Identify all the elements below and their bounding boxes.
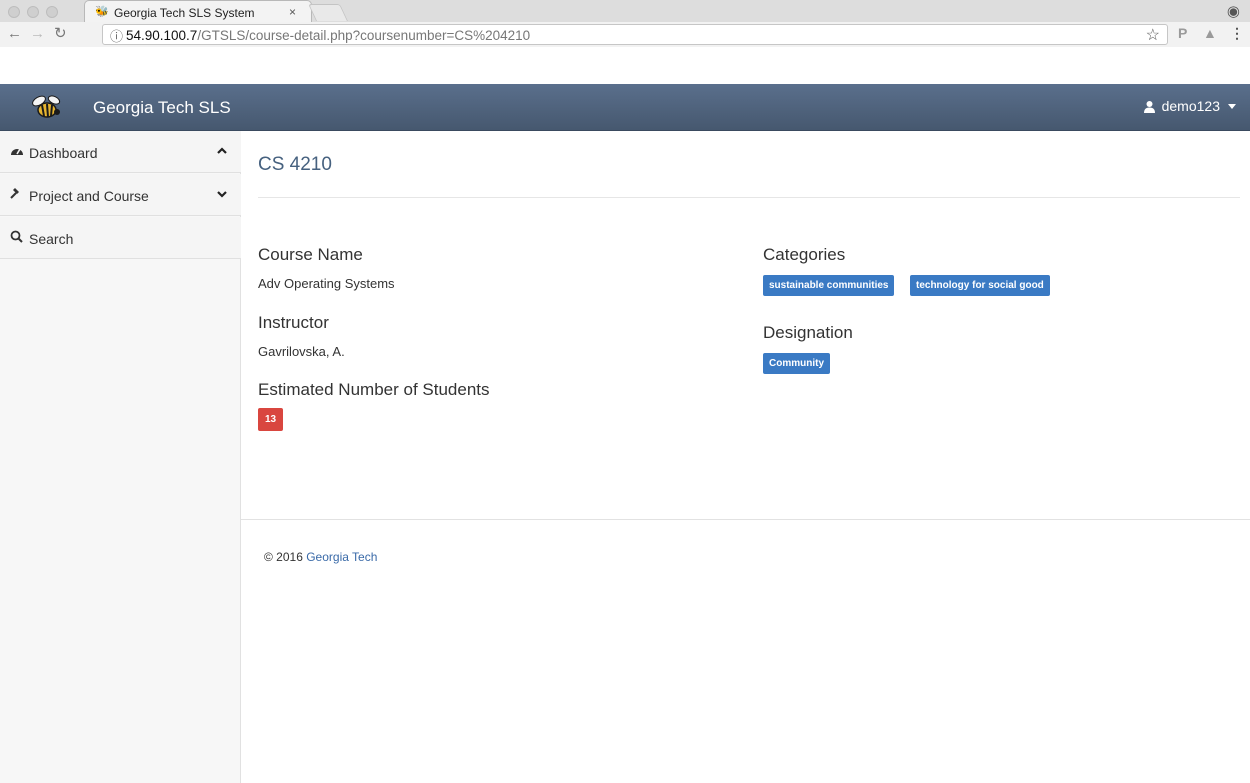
browser-toolbar: ← → ↻ ⓘ 54.90.100.7/GTSLS/course-detail.…: [0, 22, 1250, 47]
drive-icon[interactable]: ▲: [1203, 25, 1217, 41]
yellow-jacket-favicon-icon: 🐝: [95, 6, 109, 18]
browser-menu-icon[interactable]: ⋮: [1230, 25, 1244, 42]
address-bar[interactable]: ⓘ 54.90.100.7/GTSLS/course-detail.php?co…: [102, 24, 1168, 45]
page-title: CS 4210: [258, 154, 332, 175]
sidebar-item-dashboard[interactable]: Dashboard: [0, 131, 241, 173]
user-menu[interactable]: demo123: [1143, 98, 1236, 114]
tab-title: Georgia Tech SLS System: [114, 6, 255, 20]
profile-icon[interactable]: ◉: [1227, 2, 1240, 20]
maximize-window-button[interactable]: [46, 6, 58, 18]
app-navbar: Georgia Tech SLS demo123: [0, 84, 1250, 131]
browser-tab[interactable]: 🐝 Georgia Tech SLS System ×: [84, 0, 312, 22]
minimize-window-button[interactable]: [27, 6, 39, 18]
chevron-down-icon: [217, 191, 227, 198]
tab-close-icon[interactable]: ×: [289, 5, 296, 19]
reload-icon[interactable]: ↻: [54, 25, 67, 43]
info-icon[interactable]: ⓘ: [110, 26, 123, 45]
chevron-up-icon: [217, 147, 227, 154]
category-badge: sustainable communities: [763, 275, 895, 296]
sidebar-item-label: Search: [29, 231, 74, 247]
georgia-tech-link[interactable]: Georgia Tech: [306, 550, 377, 564]
copyright-text: © 2016: [264, 550, 303, 564]
gavel-icon: [10, 187, 23, 203]
brand-name[interactable]: Georgia Tech SLS: [93, 98, 231, 118]
yellow-jacket-logo-icon[interactable]: [30, 92, 62, 122]
search-icon: [10, 230, 23, 246]
course-name-heading: Course Name: [258, 245, 363, 264]
footer-divider: [241, 519, 1250, 520]
forward-arrow-icon[interactable]: →: [30, 25, 45, 43]
students-count-badge: 13: [258, 408, 284, 431]
tab-strip: 🐝 Georgia Tech SLS System × ◉: [0, 0, 1250, 22]
extension-p-icon[interactable]: P: [1178, 25, 1187, 41]
sidebar-item-project-and-course[interactable]: Project and Course: [0, 174, 241, 216]
user-icon: [1143, 100, 1155, 113]
designation-heading: Designation: [763, 323, 853, 342]
sidebar-item-search[interactable]: Search: [0, 217, 241, 259]
username: demo123: [1161, 98, 1220, 114]
students-heading: Estimated Number of Students: [258, 380, 490, 399]
bookmark-star-icon[interactable]: ☆: [1146, 25, 1160, 45]
dashboard-icon: [10, 144, 24, 159]
url-text: 54.90.100.7/GTSLS/course-detail.php?cour…: [126, 28, 531, 43]
divider: [258, 197, 1240, 198]
category-badge: technology for social good: [910, 275, 1050, 296]
sidebar-item-label: Dashboard: [29, 145, 98, 161]
new-tab-button[interactable]: [308, 4, 348, 21]
designation-badge: Community: [763, 353, 830, 374]
instructor-heading: Instructor: [258, 313, 329, 332]
categories-heading: Categories: [763, 245, 846, 264]
browser-chrome: 🐝 Georgia Tech SLS System × ◉ ← → ↻ ⓘ 54…: [0, 0, 1250, 47]
close-window-button[interactable]: [8, 6, 20, 18]
footer: © 2016 Georgia Tech: [264, 550, 377, 564]
instructor-value: Gavrilovska, A.: [258, 344, 345, 359]
sidebar: Dashboard Project and Course Search: [0, 131, 241, 783]
sidebar-item-label: Project and Course: [29, 188, 149, 204]
course-name-value: Adv Operating Systems: [258, 276, 395, 291]
caret-down-icon: [1228, 103, 1236, 109]
back-arrow-icon[interactable]: ←: [7, 25, 22, 43]
